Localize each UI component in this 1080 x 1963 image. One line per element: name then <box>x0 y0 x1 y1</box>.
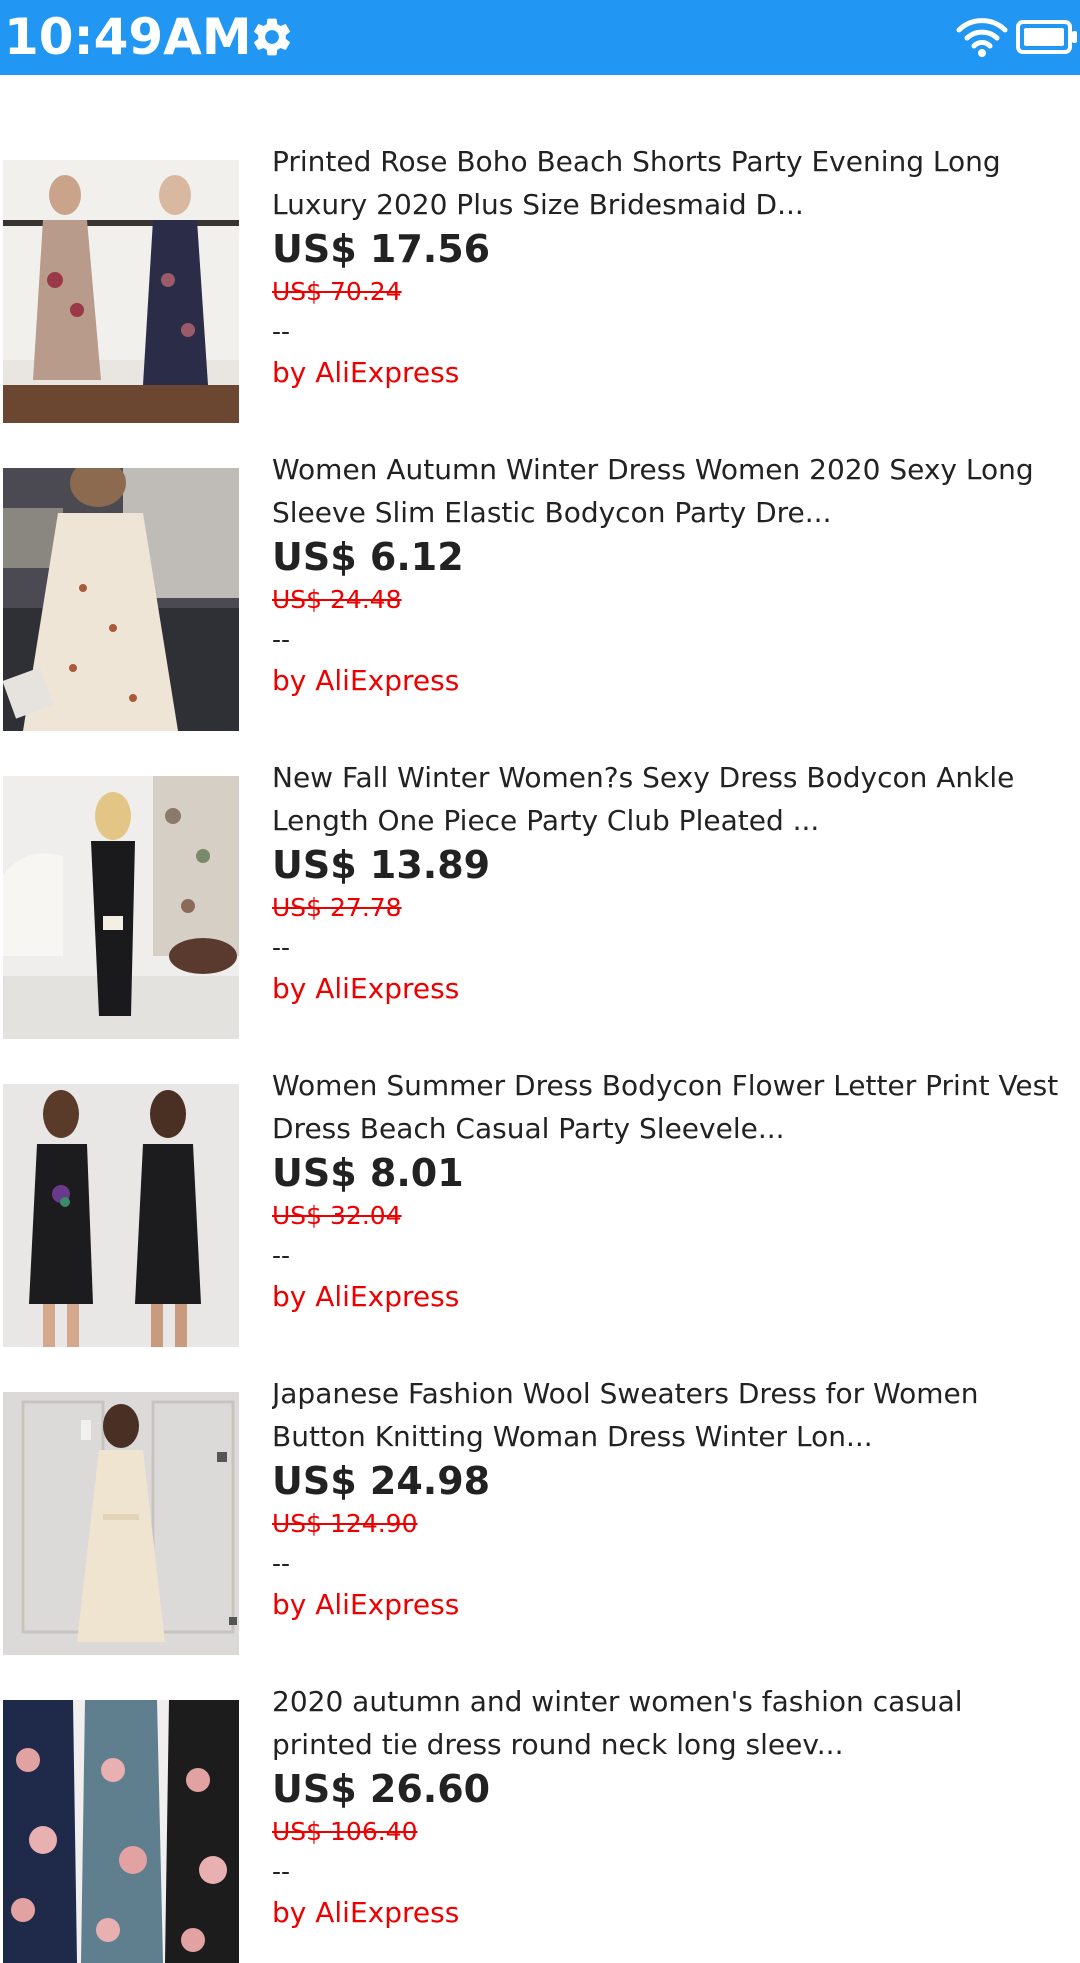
product-rating: -- <box>272 1857 291 1886</box>
product-rating: -- <box>272 1241 291 1270</box>
list-item[interactable]: Women Autumn Winter Dress Women 2020 Sex… <box>0 383 1080 731</box>
list-item[interactable]: New Fall Winter Women?s Sexy Dress Bodyc… <box>0 691 1080 1039</box>
product-rating: -- <box>272 1549 291 1578</box>
product-title[interactable]: Printed Rose Boho Beach Shorts Party Eve… <box>272 140 1072 226</box>
product-image[interactable] <box>3 1700 239 1963</box>
status-time: 10:49AM <box>4 8 252 66</box>
product-seller[interactable]: by AliExpress <box>272 1892 1072 1934</box>
list-item[interactable]: Printed Rose Boho Beach Shorts Party Eve… <box>0 75 1080 423</box>
product-title[interactable]: Women Autumn Winter Dress Women 2020 Sex… <box>272 448 1072 534</box>
status-bar: 10:49AM <box>0 0 1080 75</box>
product-price: US$ 8.01 <box>272 1151 464 1195</box>
list-item[interactable]: 2020 autumn and winter women's fashion c… <box>0 1615 1080 1963</box>
product-price: US$ 13.89 <box>272 843 491 887</box>
wifi-icon <box>956 18 1008 57</box>
product-original-price: US$ 24.48 <box>272 585 402 614</box>
product-rating: -- <box>272 317 291 346</box>
product-original-price: US$ 27.78 <box>272 893 402 922</box>
product-original-price: US$ 70.24 <box>272 277 402 306</box>
product-title[interactable]: Women Summer Dress Bodycon Flower Letter… <box>272 1064 1072 1150</box>
product-original-price: US$ 32.04 <box>272 1201 402 1230</box>
product-price: US$ 26.60 <box>272 1767 491 1811</box>
product-price: US$ 6.12 <box>272 535 464 579</box>
product-rating: -- <box>272 933 291 962</box>
product-original-price: US$ 106.40 <box>272 1817 418 1846</box>
list-item[interactable]: Women Summer Dress Bodycon Flower Letter… <box>0 999 1080 1347</box>
battery-icon <box>1016 20 1077 54</box>
product-title[interactable]: Japanese Fashion Wool Sweaters Dress for… <box>272 1372 1072 1458</box>
product-price: US$ 24.98 <box>272 1459 491 1503</box>
product-title[interactable]: New Fall Winter Women?s Sexy Dress Bodyc… <box>272 756 1072 842</box>
list-item[interactable]: Japanese Fashion Wool Sweaters Dress for… <box>0 1307 1080 1655</box>
product-rating: -- <box>272 625 291 654</box>
product-price: US$ 17.56 <box>272 227 491 271</box>
gear-icon <box>254 18 290 56</box>
product-original-price: US$ 124.90 <box>272 1509 418 1538</box>
product-title[interactable]: 2020 autumn and winter women's fashion c… <box>272 1680 1072 1766</box>
